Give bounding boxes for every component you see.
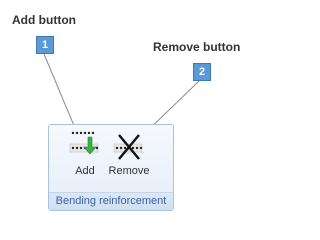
callout-badge-1: 1 xyxy=(36,36,54,54)
add-button-callout-label: Add button xyxy=(12,13,76,27)
bending-reinforcement-ribbon-group: Add Remove Bending reinforcement xyxy=(48,124,174,211)
remove-button-callout-label: Remove button xyxy=(153,40,241,54)
add-bending-reinforcement-icon xyxy=(69,131,99,155)
ribbon-group-caption: Bending reinforcement xyxy=(49,192,173,210)
add-button-label: Add xyxy=(75,165,95,177)
remove-button-label: Remove xyxy=(108,165,150,177)
add-button[interactable]: Add xyxy=(63,130,107,182)
remove-button[interactable]: Remove xyxy=(107,130,151,182)
remove-bending-reinforcement-icon xyxy=(113,134,143,160)
callout-badge-2: 2 xyxy=(193,63,211,81)
